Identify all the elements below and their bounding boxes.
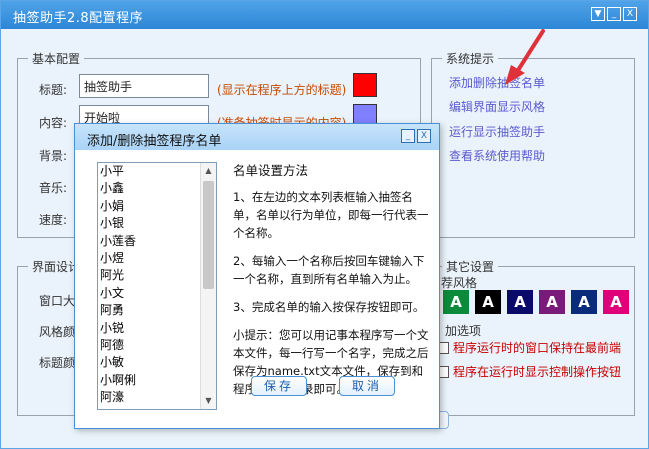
dialog-cancel-button[interactable]: 取消 [339, 376, 395, 396]
style-box-black[interactable]: A [475, 290, 501, 314]
scroll-down-icon[interactable]: ▼ [201, 393, 216, 409]
dialog-controls: _ X [401, 129, 431, 143]
music-label: 音乐: [39, 181, 68, 195]
close-button[interactable]: X [623, 7, 637, 21]
title-label: 标题: [39, 83, 68, 97]
background-label: 背景: [39, 149, 68, 163]
name-list-item[interactable]: 阿勇 [98, 302, 200, 319]
speed-label: 速度: [39, 213, 68, 227]
name-list-item[interactable]: 小平 [98, 163, 200, 180]
name-list-item[interactable]: 小敏 [98, 354, 200, 371]
name-list-items: 小平 小鑫 小娟 小银 小莲香 小煜 阿光 小文 阿勇 小锐 阿德 小敏 小啊俐 阿濠 [98, 163, 200, 406]
link-view-help[interactable]: 查看系统使用帮助 [449, 147, 545, 164]
extra-options-label: 加选项 [445, 324, 482, 338]
basic-config-title: 基本配置 [28, 50, 85, 67]
menu-dropdown-button[interactable]: ▼ [591, 7, 605, 21]
instructions-panel: 名单设置方法 1、在左边的文本列表框输入抽签名单，名单以行为单位，即每一行代表一… [233, 162, 429, 408]
edit-names-dialog: 添加/删除抽签程序名单 _ X 小平 小鑫 小娟 小银 小莲香 小煜 阿光 小文 阿勇 小锐 阿德小… [74, 123, 440, 429]
name-list-item[interactable]: 阿德 [98, 337, 200, 354]
style-box-green[interactable]: A [443, 290, 469, 314]
scroll-thumb[interactable] [203, 181, 214, 289]
check-controls-row[interactable]: 程序在运行时显示控制操作按钮 [437, 363, 621, 380]
instruction-step-2: 2、每输入一个名称后按回车键输入下一个名称，直到所有名单输入为止。 [233, 254, 425, 286]
style-swatches: A A A A A A [443, 290, 629, 314]
title-hint: (显示在程序上方的标题) [217, 83, 347, 97]
recommended-style-label: 荐风格 [441, 276, 478, 290]
window-title: 抽签助手2.8配置程序 [13, 11, 144, 26]
dialog-body: 小平 小鑫 小娟 小银 小莲香 小煜 阿光 小文 阿勇 小锐 阿德 小敏 小啊俐 阿濠 ▲ ▼ 名单设置方… [75, 150, 439, 428]
system-tips-title: 系统提示 [442, 50, 499, 67]
main-titlebar[interactable]: 抽签助手2.8配置程序 ▼ _ X [1, 1, 648, 29]
name-list-textarea[interactable]: 小平 小鑫 小娟 小银 小莲香 小煜 阿光 小文 阿勇 小锐 阿德 小敏 小啊俐 阿濠 ▲ ▼ [97, 162, 217, 410]
name-list-item[interactable]: 小娟 [98, 198, 200, 215]
link-run-program[interactable]: 运行显示抽签助手 [449, 123, 545, 140]
instruction-step-1: 1、在左边的文本列表框输入抽签名单，名单以行为单位，即每一行代表一个名称。 [233, 190, 429, 240]
instruction-step-3: 3、完成名单的输入按保存按钮即可。 [233, 300, 425, 314]
style-box-navy[interactable]: A [507, 290, 533, 314]
name-list-item[interactable]: 小莲香 [98, 233, 200, 250]
name-list-item[interactable]: 小啊俐 [98, 372, 200, 389]
style-color-label: 风格颜 [39, 325, 76, 339]
window-size-label: 窗口大 [39, 294, 76, 308]
name-list-item[interactable]: 小煜 [98, 250, 200, 267]
style-box-pink[interactable]: A [603, 290, 629, 314]
name-list-item[interactable]: 小文 [98, 285, 200, 302]
style-box-blue[interactable]: A [571, 290, 597, 314]
name-list-item[interactable]: 小锐 [98, 320, 200, 337]
dialog-save-button[interactable]: 保存 [251, 376, 307, 396]
window-controls: ▼ _ X [591, 7, 637, 21]
minimize-button[interactable]: _ [607, 7, 621, 21]
dialog-close-button[interactable]: X [417, 129, 431, 143]
checkbox-topmost-label: 程序运行时的窗口保持在最前端 [453, 341, 622, 355]
content-label: 内容: [39, 116, 68, 130]
name-list-scrollbar[interactable]: ▲ ▼ [200, 163, 216, 409]
name-list-item[interactable]: 小银 [98, 215, 200, 232]
style-box-purple[interactable]: A [539, 290, 565, 314]
link-edit-style[interactable]: 编辑界面显示风格 [449, 98, 545, 115]
scroll-up-icon[interactable]: ▲ [201, 163, 216, 179]
title-input[interactable]: 抽签助手 [79, 74, 209, 98]
check-topmost-row[interactable]: 程序运行时的窗口保持在最前端 [437, 339, 621, 356]
title-color-label: 标题颜 [39, 356, 76, 370]
dialog-titlebar[interactable]: 添加/删除抽签程序名单 _ X [75, 124, 439, 150]
name-list-item[interactable]: 小鑫 [98, 180, 200, 197]
dialog-minimize-button[interactable]: _ [401, 129, 415, 143]
checkbox-show-controls-label: 程序在运行时显示控制操作按钮 [453, 365, 622, 379]
name-list-item[interactable]: 阿光 [98, 267, 200, 284]
title-color-swatch[interactable] [353, 73, 377, 97]
red-arrow-annotation [505, 29, 545, 85]
dialog-title: 添加/删除抽签程序名单 [87, 134, 222, 149]
name-list-item[interactable]: 阿濠 [98, 389, 200, 406]
instructions-title: 名单设置方法 [233, 163, 309, 178]
other-settings-title: 其它设置 [442, 258, 499, 275]
